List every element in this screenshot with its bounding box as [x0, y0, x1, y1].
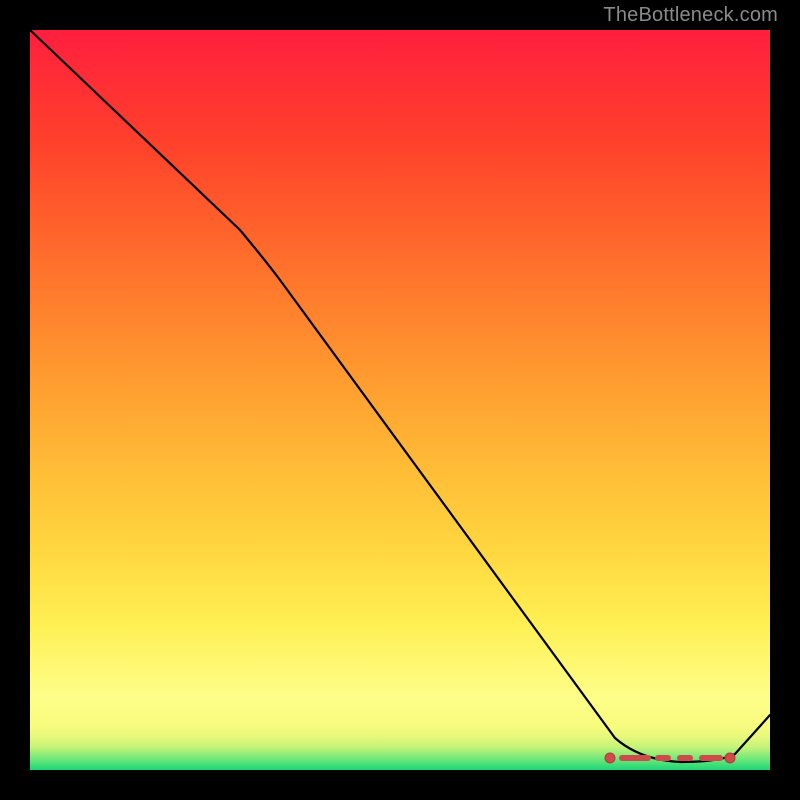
attribution-text: TheBottleneck.com: [603, 4, 778, 27]
chart-plot-area: [30, 30, 770, 770]
marker-dot: [725, 753, 735, 763]
marker-dot: [605, 753, 615, 763]
bottleneck-curve-svg: [30, 30, 770, 770]
bottleneck-curve-line: [30, 30, 770, 762]
